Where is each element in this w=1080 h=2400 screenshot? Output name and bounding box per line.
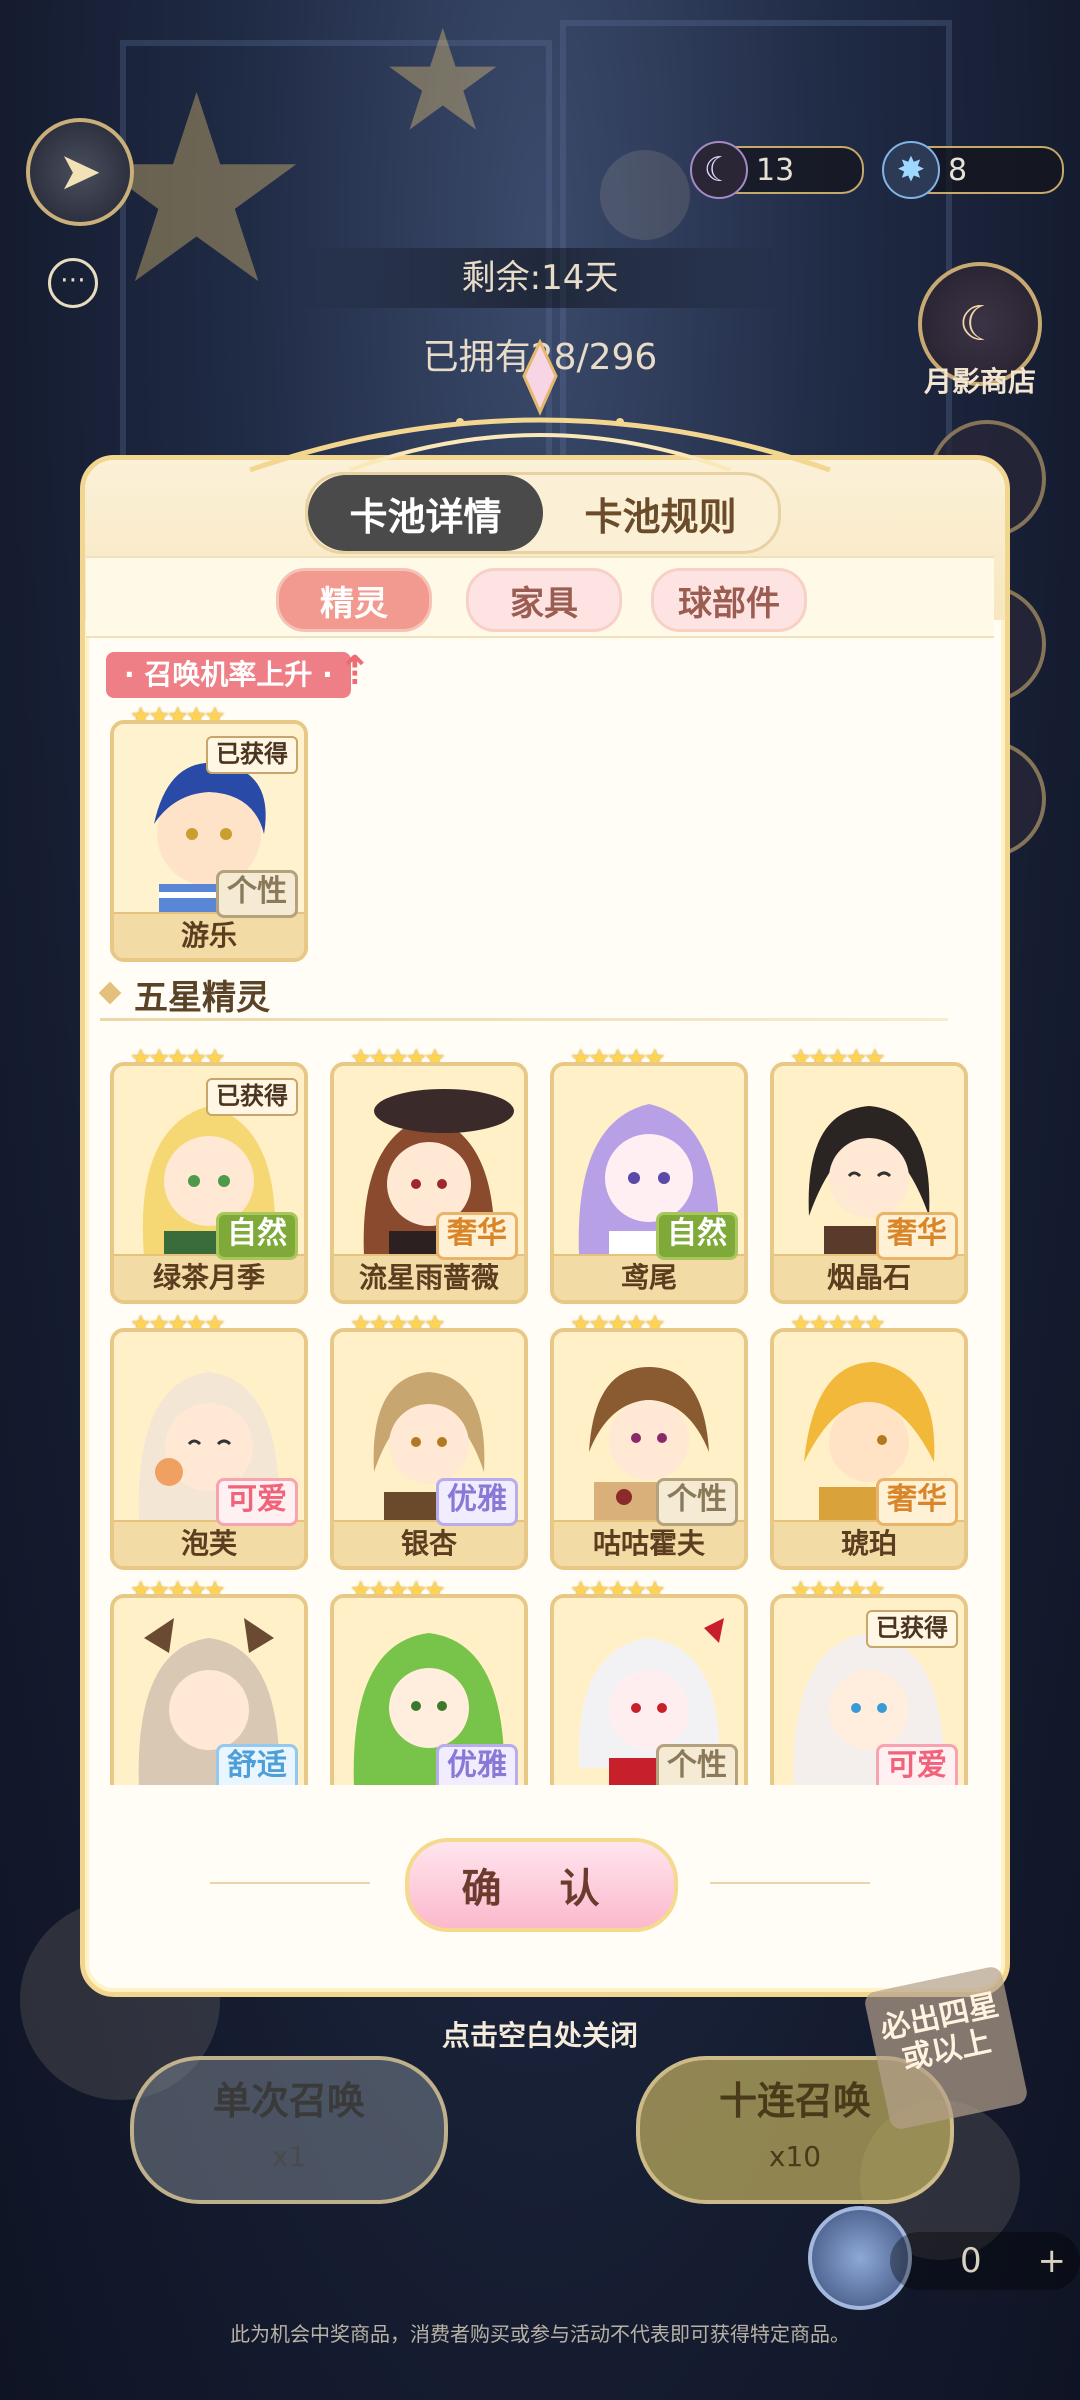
spirit-card[interactable]: ★★★★★ 自然 鸢尾 (550, 1044, 748, 1304)
card-frame: 可爱 泡芙 (110, 1328, 308, 1570)
card-name: 游乐 (114, 912, 304, 958)
card-name: 流星雨蔷薇 (334, 1254, 524, 1300)
attribute-badge: 优雅 (436, 1744, 518, 1785)
card-name: 泡芙 (114, 1520, 304, 1566)
moon-shop-icon: ☾ (958, 296, 1002, 352)
card-frame: 奢华 烟晶石 (770, 1062, 968, 1304)
card-frame: 已获得 自然 绿茶月季 (110, 1062, 308, 1304)
card-frame: 个性 (550, 1594, 748, 1785)
subtab-furniture[interactable]: 家具 (466, 568, 622, 632)
card-frame: 奢华 琥珀 (770, 1328, 968, 1570)
card-frame: 自然 鸢尾 (550, 1062, 748, 1304)
crystal-icon: ✸ (882, 141, 940, 199)
spirit-card[interactable]: ★★★★★ 舒适 (110, 1576, 308, 1785)
divider-line (710, 1882, 870, 1884)
attribute-badge: 舒适 (216, 1744, 298, 1785)
confirm-button[interactable]: 确 认 (405, 1838, 678, 1932)
five-star-grid: ★★★★★ 已获得 自然 绿茶月季 ★★★★★ 奢华 流星雨蔷薇 ★★★★★ 自… (100, 1040, 980, 1785)
add-icon[interactable]: + (1038, 2241, 1067, 2281)
moon-currency[interactable]: ☾ 13 (690, 141, 864, 199)
ticket-counter[interactable]: 0 + (890, 2232, 1080, 2290)
card-name: 银杏 (334, 1520, 524, 1566)
card-frame: 优雅 银杏 (330, 1328, 528, 1570)
spirit-card[interactable]: ★★★★★ 个性 (550, 1576, 748, 1785)
tab-pool-rules[interactable]: 卡池规则 (543, 475, 778, 551)
background-star-icon: ★ (380, 0, 506, 163)
section-divider (100, 1018, 948, 1021)
attribute-badge: 可爱 (876, 1744, 958, 1785)
attribute-badge: 奢华 (876, 1478, 958, 1526)
moon-shop-label: 月影商店 (923, 365, 1036, 398)
card-name: 鸢尾 (554, 1254, 744, 1300)
tab-pool-detail[interactable]: 卡池详情 (308, 475, 543, 551)
rateup-spirit-card[interactable]: ★★★★★ 已获得 个性 游乐 (110, 702, 308, 962)
spirit-card[interactable]: ★★★★★ 奢华 流星雨蔷薇 (330, 1044, 528, 1304)
attribute-badge: 优雅 (436, 1478, 518, 1526)
crystal-currency[interactable]: ✸ 8 (882, 141, 1064, 199)
owned-badge: 已获得 (866, 1610, 958, 1648)
card-frame: 个性 咕咕霍夫 (550, 1328, 748, 1570)
card-frame: 舒适 (110, 1594, 308, 1785)
card-frame: 奢华 流星雨蔷薇 (330, 1062, 528, 1304)
spirit-card[interactable]: ★★★★★ 奢华 琥珀 (770, 1310, 968, 1570)
moon-icon: ☾ (690, 141, 748, 199)
back-arrow-icon: ➤ (58, 142, 102, 202)
close-hint[interactable]: 点击空白处关闭 (390, 2014, 690, 2054)
single-summon-button[interactable]: 单次召唤 x1 (130, 2056, 448, 2204)
attribute-badge: 可爱 (216, 1478, 298, 1526)
attribute-badge: 奢华 (876, 1212, 958, 1260)
owned-badge: 已获得 (206, 736, 298, 774)
attribute-badge: 个性 (656, 1744, 738, 1785)
remaining-time: 剩余:14天 (300, 248, 780, 308)
back-button[interactable]: ➤ (26, 118, 134, 226)
divider-line (210, 1882, 370, 1884)
ticket-count: 0 (960, 2241, 982, 2281)
spirit-card[interactable]: ★★★★★ 优雅 (330, 1576, 528, 1785)
category-subtabs: 精灵 家具 球部件 (86, 556, 994, 638)
spirit-card[interactable]: ★★★★★ 已获得 可爱 (770, 1576, 968, 1785)
attribute-badge: 奢华 (436, 1212, 518, 1260)
card-frame: 已获得 个性 游乐 (110, 720, 308, 962)
single-summon-cost: x1 (271, 2140, 307, 2173)
spirit-card[interactable]: ★★★★★ 可爱 泡芙 (110, 1310, 308, 1570)
attribute-badge: 个性 (656, 1478, 738, 1526)
card-name: 烟晶石 (774, 1254, 964, 1300)
crystal-count: 8 (948, 152, 968, 188)
card-name: 绿茶月季 (114, 1254, 304, 1300)
pool-tabs: 卡池详情 卡池规则 (305, 472, 781, 554)
subtab-ball-parts[interactable]: 球部件 (651, 568, 807, 632)
background-bokeh (600, 150, 690, 240)
panel-crown-ornament (249, 338, 831, 473)
tab-label: 卡池详情 (349, 494, 502, 539)
spirit-card[interactable]: ★★★★★ 优雅 银杏 (330, 1310, 528, 1570)
confirm-area: 确 认 (200, 1838, 880, 1932)
ten-summon-cost: x10 (768, 2140, 822, 2173)
card-frame: 优雅 (330, 1594, 528, 1785)
rate-up-tag: · 召唤机率上升 · (106, 652, 351, 698)
card-frame: 已获得 可爱 (770, 1594, 968, 1785)
attribute-badge: 自然 (216, 1212, 298, 1260)
spirit-card[interactable]: ★★★★★ 个性 咕咕霍夫 (550, 1310, 748, 1570)
attribute-badge: 自然 (656, 1212, 738, 1260)
tab-label: 卡池规则 (584, 494, 737, 539)
moon-count: 13 (756, 152, 795, 188)
subtab-spirit[interactable]: 精灵 (276, 568, 432, 632)
single-summon-label: 单次召唤 (212, 2079, 365, 2123)
section-title: 五星精灵 (134, 978, 270, 1018)
owned-badge: 已获得 (206, 1078, 298, 1116)
guarantee-badge: 必出四星或以上 (862, 1964, 1030, 2132)
attribute-badge: 个性 (216, 870, 298, 918)
spirit-card[interactable]: ★★★★★ 已获得 自然 绿茶月季 (110, 1044, 308, 1304)
card-name: 咕咕霍夫 (554, 1520, 744, 1566)
more-options-button[interactable]: ⋯ (48, 258, 98, 308)
rate-up-arrow-icon: ⇡ (338, 648, 372, 694)
card-name: 琥珀 (774, 1520, 964, 1566)
spirit-card[interactable]: ★★★★★ 奢华 烟晶石 (770, 1044, 968, 1304)
disclaimer-text: 此为机会中奖商品，消费者购买或参与活动不代表即可获得特定商品。 (230, 2322, 850, 2346)
